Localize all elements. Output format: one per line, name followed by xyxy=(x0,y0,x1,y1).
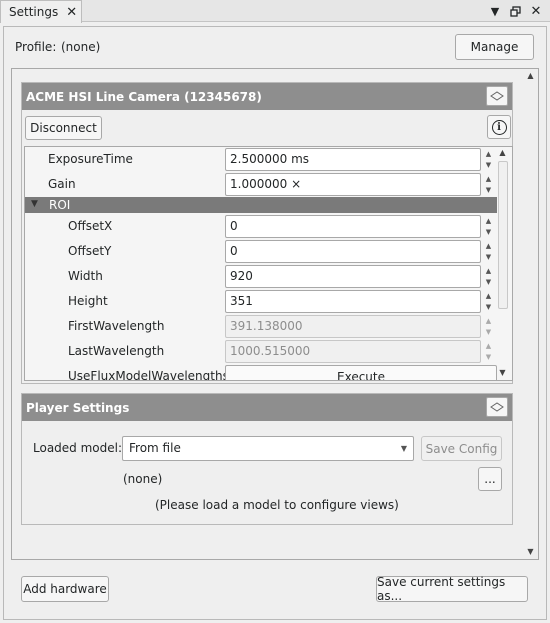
property-row-gain: Gain 1.000000 × ▲ ▼ xyxy=(25,172,497,197)
info-icon: i xyxy=(491,119,507,135)
dropdown-caret-icon: ▼ xyxy=(400,444,407,453)
property-tree-scrollbar[interactable]: ▲ ▼ xyxy=(495,147,511,380)
title-bar xyxy=(0,0,550,22)
close-icon[interactable]: ✕ xyxy=(527,2,545,20)
browse-button[interactable]: ... xyxy=(478,467,502,491)
camera-group-header: ACME HSI Line Camera (12345678) xyxy=(22,83,512,110)
property-row-width: Width 920 ▲ ▼ xyxy=(25,264,497,289)
exposure-time-input[interactable]: 2.500000 ms xyxy=(225,148,481,171)
property-row-first-wavelength: FirstWavelength 391.138000 ▲ ▼ xyxy=(25,314,497,339)
property-name: Width xyxy=(68,269,103,283)
save-config-button[interactable]: Save Config xyxy=(421,436,502,461)
loaded-model-select[interactable]: From file ▼ xyxy=(122,436,414,461)
property-name: Height xyxy=(68,294,108,308)
property-name: LastWavelength xyxy=(68,344,165,358)
info-button[interactable]: i xyxy=(487,115,511,139)
roi-label: ROI xyxy=(49,198,71,212)
model-path-label: (none) xyxy=(123,472,163,486)
add-hardware-button[interactable]: Add hardware xyxy=(21,576,109,602)
width-input[interactable]: 920 xyxy=(225,265,481,288)
spinbox-arrows-icon[interactable]: ▲ ▼ xyxy=(481,265,496,288)
last-wavelength-input: 1000.515000 xyxy=(225,340,481,363)
player-title: Player Settings xyxy=(26,400,130,415)
property-name: Gain xyxy=(48,177,76,191)
gain-input[interactable]: 1.000000 × xyxy=(225,173,481,196)
property-name: UseFluxModelWavelengths xyxy=(68,369,229,381)
spinbox-arrows-icon[interactable]: ▲ ▼ xyxy=(481,148,496,171)
spinbox-arrows-icon[interactable]: ▲ ▼ xyxy=(481,173,496,196)
property-row-offset-x: OffsetX 0 ▲ ▼ xyxy=(25,214,497,239)
tab-title: Settings xyxy=(9,5,59,19)
collapse-icon[interactable] xyxy=(486,397,508,417)
height-input[interactable]: 351 xyxy=(225,290,481,313)
collapse-icon[interactable] xyxy=(486,86,508,106)
close-icon[interactable]: ✕ xyxy=(66,6,77,19)
property-tree: ExposureTime 2.500000 ms ▲ ▼ Gain 1.00000… xyxy=(24,146,513,381)
property-name: FirstWavelength xyxy=(68,319,165,333)
property-name: OffsetX xyxy=(68,219,113,233)
scroll-up-icon[interactable]: ▲ xyxy=(495,148,510,157)
roi-category[interactable]: ▼ ROI xyxy=(25,197,497,213)
spinbox-arrows-icon[interactable]: ▲ ▼ xyxy=(481,240,496,263)
scroll-down-icon[interactable]: ▼ xyxy=(495,368,510,377)
property-row-last-wavelength: LastWavelength 1000.515000 ▲ ▼ xyxy=(25,339,497,364)
manage-button[interactable]: Manage xyxy=(455,34,534,60)
scrollbar-handle[interactable] xyxy=(498,161,508,309)
tab-settings[interactable]: Settings ✕ xyxy=(0,0,82,23)
offset-x-input[interactable]: 0 xyxy=(225,215,481,238)
hardware-scrollbar[interactable]: ▲ ▼ xyxy=(523,69,538,559)
property-row-offset-y: OffsetY 0 ▲ ▼ xyxy=(25,239,497,264)
hint-label: (Please load a model to configure views) xyxy=(155,498,399,512)
restore-icon[interactable] xyxy=(506,2,524,20)
spinbox-arrows-icon[interactable]: ▲ ▼ xyxy=(481,215,496,238)
property-name: ExposureTime xyxy=(48,152,133,166)
property-row-height: Height 351 ▲ ▼ xyxy=(25,289,497,314)
scroll-down-icon[interactable]: ▼ xyxy=(523,547,538,556)
spinbox-arrows-icon: ▲ ▼ xyxy=(485,341,492,362)
scroll-up-icon[interactable]: ▲ xyxy=(523,71,538,80)
property-row-use-flux-model-wavelengths: UseFluxModelWavelengths Execute xyxy=(25,364,497,381)
spinbox-arrows-icon: ▲ ▼ xyxy=(485,316,492,337)
loaded-model-value: From file xyxy=(129,441,181,455)
first-wavelength-input: 391.138000 xyxy=(225,315,481,338)
camera-title: ACME HSI Line Camera (12345678) xyxy=(26,89,262,104)
property-row-exposure-time: ExposureTime 2.500000 ms ▲ ▼ xyxy=(25,147,497,172)
player-group-header: Player Settings xyxy=(22,394,512,421)
property-name: OffsetY xyxy=(68,244,112,258)
disconnect-button[interactable]: Disconnect xyxy=(25,116,102,140)
execute-button[interactable]: Execute xyxy=(225,365,497,380)
profile-value: (none) xyxy=(61,40,101,54)
chevron-down-icon[interactable]: ▼ xyxy=(486,2,504,20)
expand-triangle-icon[interactable]: ▼ xyxy=(31,199,38,209)
profile-label: Profile: xyxy=(15,40,57,54)
loaded-model-label: Loaded model: xyxy=(33,441,123,455)
save-current-settings-button[interactable]: Save current settings as... xyxy=(376,575,528,603)
spinbox-arrows-icon[interactable]: ▲ ▼ xyxy=(481,290,496,313)
offset-y-input[interactable]: 0 xyxy=(225,240,481,263)
